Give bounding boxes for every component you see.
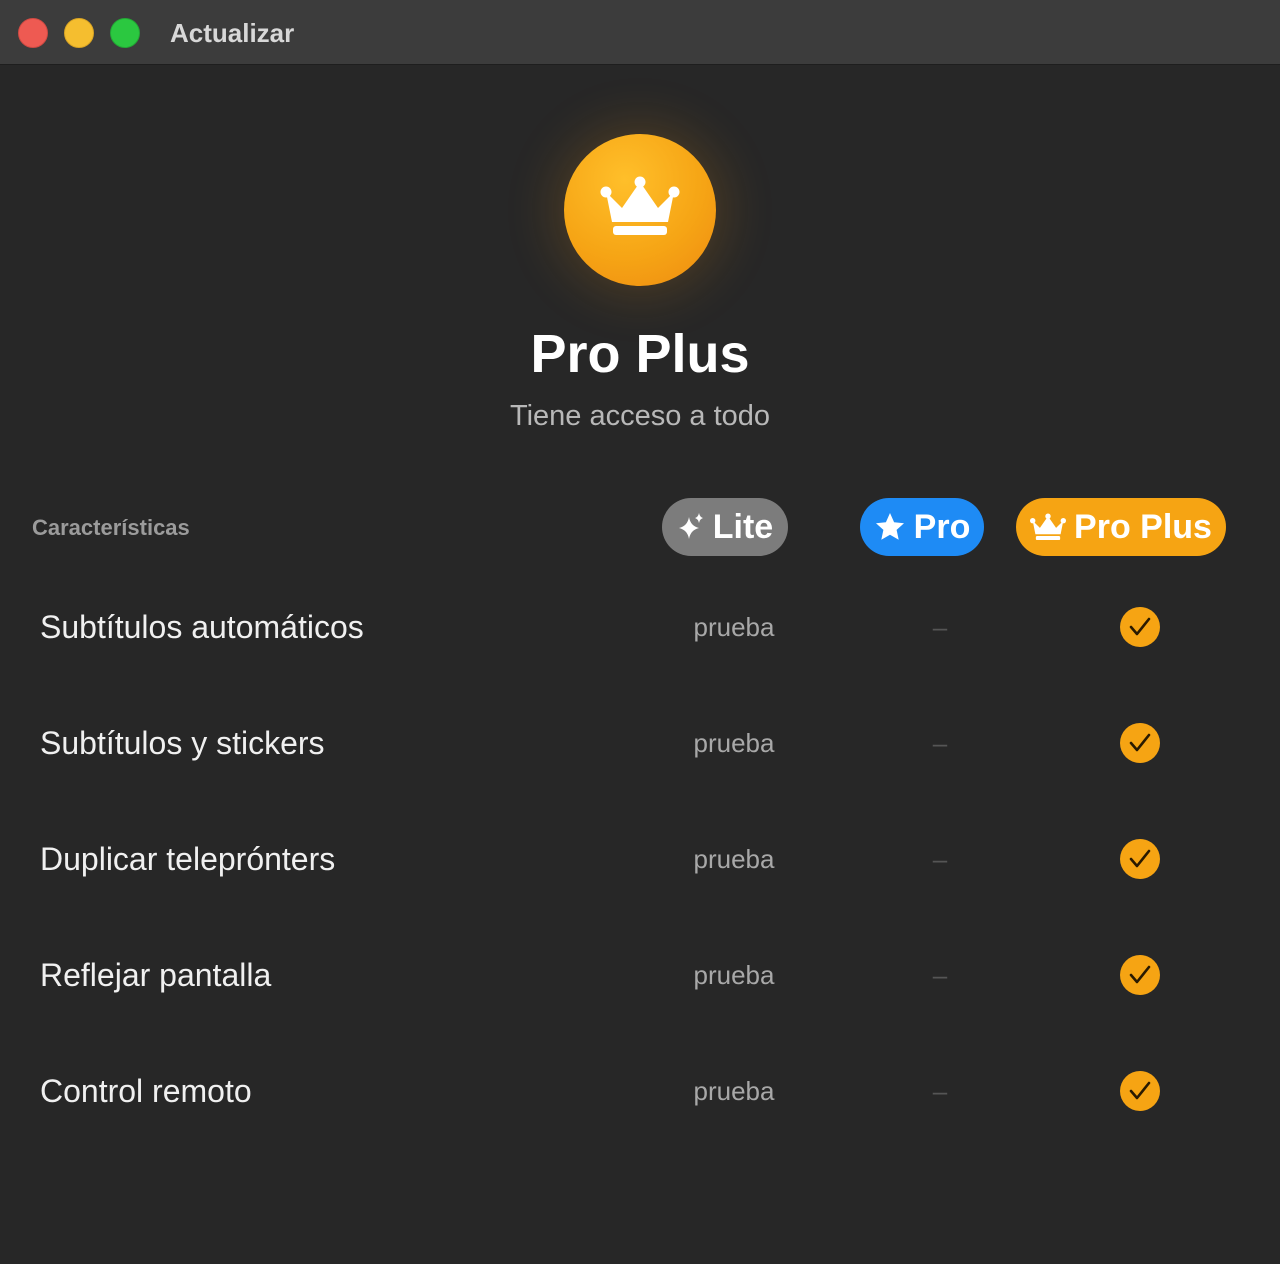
check-icon <box>1120 607 1160 647</box>
star-icon <box>874 511 906 543</box>
upgrade-window: Actualizar Pro Plus Tiene acceso a todo … <box>0 0 1280 1264</box>
plan-badge-pro: Pro <box>860 498 984 556</box>
crown-icon <box>564 134 716 286</box>
pro-unavailable-dash: – <box>932 728 948 758</box>
plan-label-lite: Lite <box>712 507 774 546</box>
feature-name: Subtítulos y stickers <box>40 725 325 761</box>
feature-row: Subtítulos y stickers prueba – <box>0 708 1280 778</box>
plan-badge-lite: Lite <box>662 498 788 556</box>
feature-name: Control remoto <box>40 1073 252 1109</box>
crown-icon <box>1030 512 1067 542</box>
plan-title: Pro Plus <box>530 324 750 384</box>
feature-name: Duplicar teleprónters <box>40 841 336 877</box>
window-title: Actualizar <box>170 18 295 48</box>
plan-subtitle: Tiene acceso a todo <box>509 400 771 432</box>
lite-trial-value: prueba <box>693 612 775 642</box>
minimize-window-button[interactable] <box>64 18 94 48</box>
features-header: Características <box>32 515 190 540</box>
pro-unavailable-dash: – <box>932 1076 948 1106</box>
feature-name: Subtítulos automáticos <box>40 609 364 645</box>
feature-row: Control remoto prueba – <box>0 1056 1280 1126</box>
lite-trial-value: prueba <box>693 728 775 758</box>
check-icon <box>1120 723 1160 763</box>
check-icon <box>1120 839 1160 879</box>
feature-row: Subtítulos automáticos prueba – <box>0 592 1280 662</box>
pro-unavailable-dash: – <box>932 844 948 874</box>
check-icon <box>1120 1071 1160 1111</box>
feature-row: Duplicar teleprónters prueba – <box>0 824 1280 894</box>
plan-label-pro: Pro <box>913 507 971 546</box>
pro-unavailable-dash: – <box>932 612 948 642</box>
title-bar: Actualizar <box>0 0 1280 65</box>
lite-trial-value: prueba <box>693 1076 775 1106</box>
pro-unavailable-dash: – <box>932 960 948 990</box>
plan-label-pro-plus: Pro Plus <box>1074 507 1212 546</box>
check-icon <box>1120 955 1160 995</box>
plan-badge-pro-plus: Pro Plus <box>1016 498 1226 556</box>
maximize-window-button[interactable] <box>110 18 140 48</box>
close-window-button[interactable] <box>18 18 48 48</box>
lite-trial-value: prueba <box>693 960 775 990</box>
feature-name: Reflejar pantalla <box>40 957 272 993</box>
lite-trial-value: prueba <box>693 844 775 874</box>
sparkles-icon <box>677 511 705 543</box>
feature-row: Reflejar pantalla prueba – <box>0 940 1280 1010</box>
